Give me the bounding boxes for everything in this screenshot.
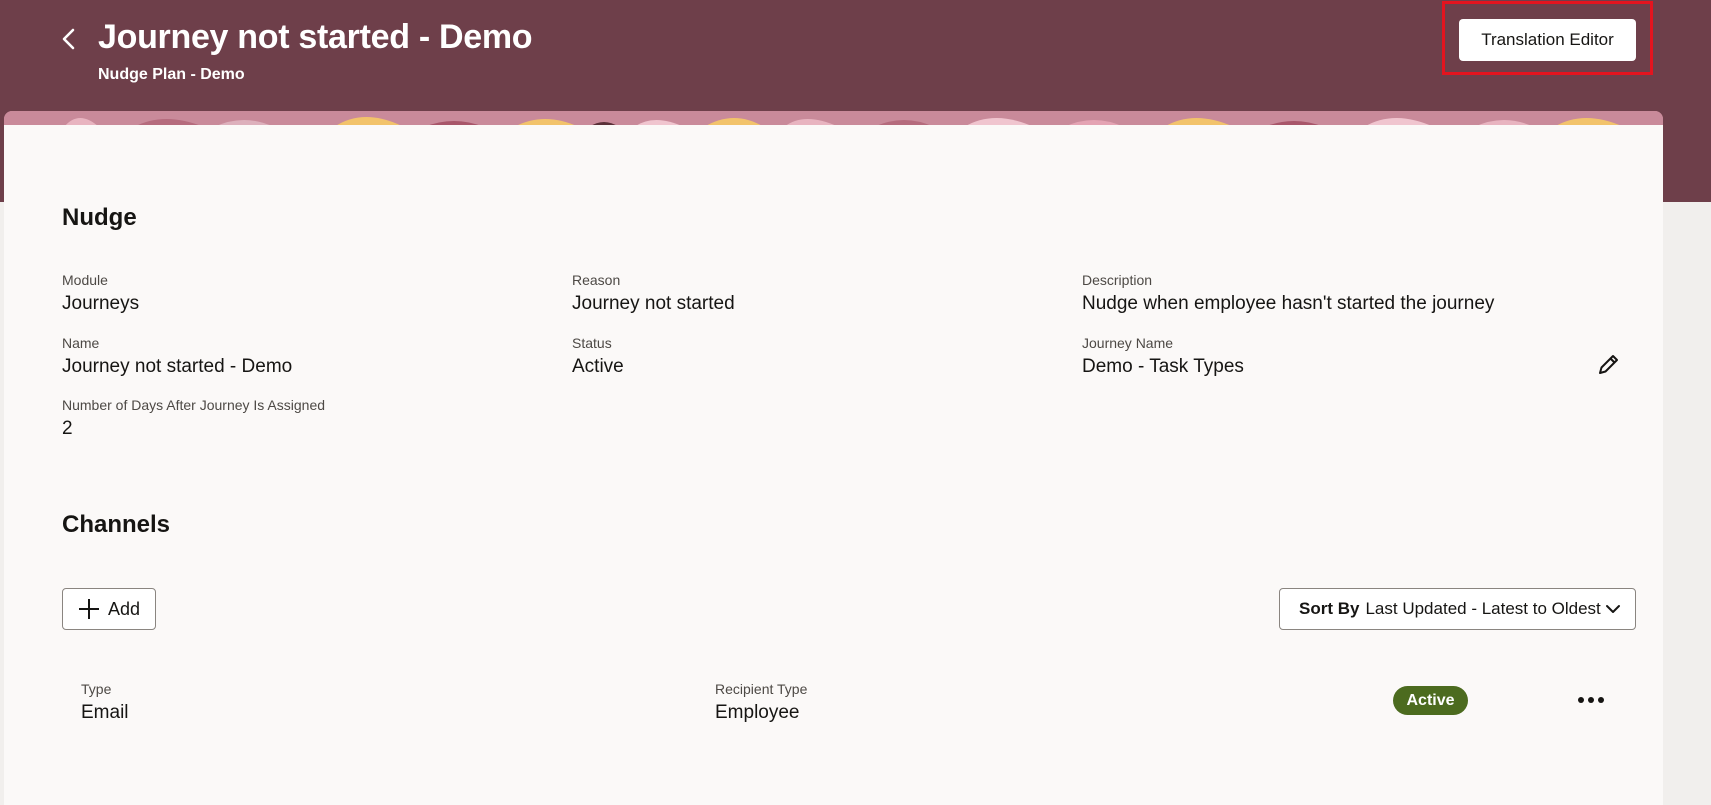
reason-value: Journey not started xyxy=(572,293,735,314)
name-value: Journey not started - Demo xyxy=(62,356,293,377)
pencil-icon xyxy=(1599,355,1618,374)
journey-name-value: Demo - Task Types xyxy=(1082,356,1244,377)
nudge-section-title: Nudge xyxy=(62,204,137,231)
channels-section-title: Channels xyxy=(62,511,171,538)
status-field: Status Active xyxy=(572,334,624,380)
channel-recipient-field: Recipient Type Employee xyxy=(715,680,807,726)
more-actions-button[interactable] xyxy=(1572,682,1610,718)
sort-by-value: Last Updated - Latest to Oldest xyxy=(1365,599,1601,618)
module-value: Journeys xyxy=(62,293,140,314)
channel-recipient-label: Recipient Type xyxy=(715,681,808,697)
channel-type-field: Type Email xyxy=(81,680,129,726)
name-label: Name xyxy=(62,335,100,351)
channel-type-label: Type xyxy=(81,681,112,697)
sort-by-label: Sort By xyxy=(1299,599,1360,618)
add-channel-label: Add xyxy=(107,598,141,619)
page-title: Journey not started - Demo xyxy=(98,18,533,56)
module-label: Module xyxy=(62,272,108,288)
days-label: Number of Days After Journey Is Assigned xyxy=(62,397,326,413)
edit-button[interactable] xyxy=(1591,346,1627,382)
add-channel-button[interactable]: Add xyxy=(62,588,156,630)
more-horizontal-icon xyxy=(1578,697,1604,703)
channel-type-value: Email xyxy=(81,702,129,723)
back-button[interactable] xyxy=(52,22,86,56)
description-label: Description xyxy=(1082,272,1153,288)
status-label: Status xyxy=(572,335,612,351)
translation-editor-button[interactable]: Translation Editor xyxy=(1459,19,1636,61)
page-subtitle: Nudge Plan - Demo xyxy=(98,66,245,83)
chevron-down-icon xyxy=(1606,605,1620,613)
status-value: Active xyxy=(572,356,624,377)
status-badge: Active xyxy=(1393,686,1468,715)
journey-name-label: Journey Name xyxy=(1082,335,1174,351)
description-value: Nudge when employee hasn't started the j… xyxy=(1082,293,1495,314)
chevron-left-icon xyxy=(62,28,75,50)
reason-field: Reason Journey not started xyxy=(572,271,735,317)
days-value: 2 xyxy=(62,418,73,439)
name-field: Name Journey not started - Demo xyxy=(62,334,292,380)
plus-icon xyxy=(78,599,99,619)
channel-recipient-value: Employee xyxy=(715,702,800,723)
description-field: Description Nudge when employee hasn't s… xyxy=(1082,271,1494,317)
journey-name-field: Journey Name Demo - Task Types xyxy=(1082,334,1244,380)
module-field: Module Journeys xyxy=(62,271,139,317)
reason-label: Reason xyxy=(572,272,621,288)
days-field: Number of Days After Journey Is Assigned… xyxy=(62,396,325,442)
sort-by-select[interactable]: Sort By Last Updated - Latest to Oldest xyxy=(1279,588,1636,630)
